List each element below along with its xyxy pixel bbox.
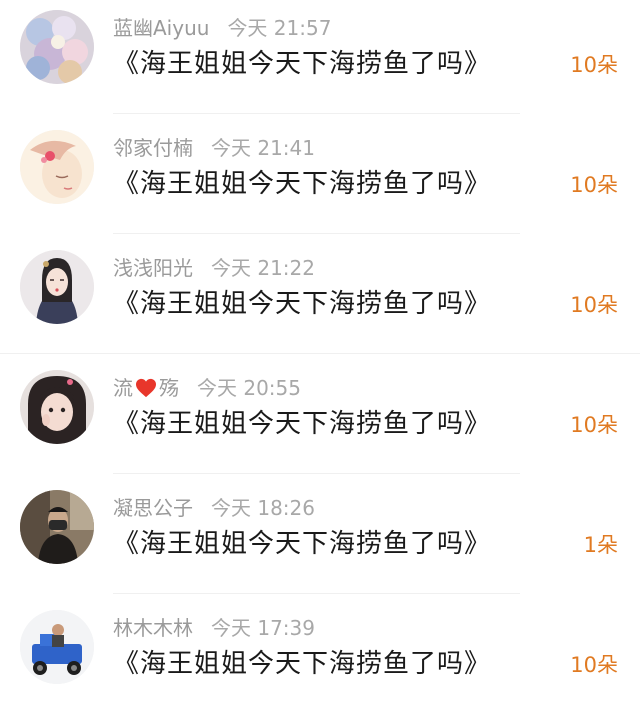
flower-count: 10朵 [570, 413, 618, 437]
timestamp: 今天 21:41 [211, 136, 315, 160]
list-item[interactable]: 林木木林 今天 17:39 《海王姐姐今天下海捞鱼了吗》 10朵 [0, 600, 640, 720]
comment-meta: 流殇今天 20:55 [113, 374, 301, 402]
flower-count: 10朵 [570, 53, 618, 77]
list-item[interactable]: 浅浅阳光 今天 21:22 《海王姐姐今天下海捞鱼了吗》 10朵 [0, 240, 640, 360]
comment-text: 《海王姐姐今天下海捞鱼了吗》 [113, 49, 492, 79]
comment-text: 《海王姐姐今天下海捞鱼了吗》 [113, 649, 492, 679]
username[interactable]: 邻家付楠 [113, 136, 193, 160]
comment-text: 《海王姐姐今天下海捞鱼了吗》 [113, 289, 492, 319]
comment-list: 蓝幽Aiyuu 今天 21:57 《海王姐姐今天下海捞鱼了吗》 10朵 邻家付楠今… [0, 0, 640, 713]
comment-text: 《海王姐姐今天下海捞鱼了吗》 [113, 529, 492, 559]
username[interactable]: 流殇 [113, 376, 179, 400]
comment-meta: 凝思公子 今天 18:26 [113, 494, 315, 522]
flower-count: 10朵 [570, 173, 618, 197]
avatar-flowers-icon[interactable] [20, 10, 94, 84]
username[interactable]: 浅浅阳光 [113, 256, 193, 280]
comment-meta: 邻家付楠 今天 21:41 [113, 134, 315, 162]
avatar-hanfu-girl-icon[interactable] [20, 250, 94, 324]
username[interactable]: 林木木林 [113, 616, 193, 640]
avatar-girl-photo-icon[interactable] [20, 370, 94, 444]
avatar-masked-man-icon[interactable] [20, 490, 94, 564]
flower-count: 10朵 [570, 293, 618, 317]
timestamp: 今天 21:57 [227, 16, 332, 40]
username[interactable]: 蓝幽Aiyuu [113, 16, 209, 40]
list-item[interactable]: 凝思公子 今天 18:26 《海王姐姐今天下海捞鱼了吗》 1朵 [0, 480, 640, 600]
username[interactable]: 凝思公子 [113, 496, 193, 520]
divider [113, 593, 520, 594]
list-item[interactable]: 蓝幽Aiyuu 今天 21:57 《海王姐姐今天下海捞鱼了吗》 10朵 [0, 0, 640, 120]
comment-text: 《海王姐姐今天下海捞鱼了吗》 [113, 169, 492, 199]
comment-meta: 林木木林 今天 17:39 [113, 614, 315, 642]
divider [113, 113, 520, 114]
comment-meta: 蓝幽Aiyuu 今天 21:57 [113, 14, 331, 42]
timestamp: 今天 21:22 [211, 256, 315, 280]
timestamp: 今天 20:55 [197, 376, 301, 400]
flower-count: 1朵 [583, 533, 618, 557]
timestamp: 今天 17:39 [211, 616, 315, 640]
divider [113, 233, 520, 234]
username-prefix: 流 [113, 376, 133, 400]
divider [113, 473, 520, 474]
heart-icon [136, 378, 156, 398]
list-item[interactable]: 流殇今天 20:55 《海王姐姐今天下海捞鱼了吗》 10朵 [0, 360, 640, 480]
timestamp: 今天 18:26 [211, 496, 315, 520]
avatar-tricycle-man-icon[interactable] [20, 610, 94, 684]
username-suffix: 殇 [159, 376, 179, 400]
list-item[interactable]: 邻家付楠 今天 21:41 《海王姐姐今天下海捞鱼了吗》 10朵 [0, 120, 640, 240]
comment-text: 《海王姐姐今天下海捞鱼了吗》 [113, 409, 492, 439]
flower-count: 10朵 [570, 653, 618, 677]
comment-meta: 浅浅阳光 今天 21:22 [113, 254, 315, 282]
avatar-girl-illustration-icon[interactable] [20, 130, 94, 204]
divider [0, 353, 640, 354]
